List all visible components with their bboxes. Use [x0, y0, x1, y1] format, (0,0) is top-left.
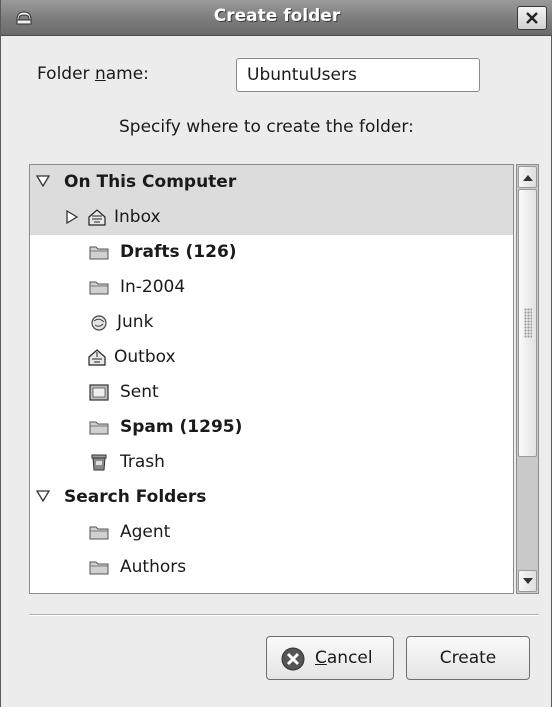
close-icon — [526, 12, 538, 24]
folder-icon — [89, 246, 109, 260]
tree-item-trash[interactable]: Trash — [30, 445, 513, 480]
tree-group-search-folders[interactable]: Search Folders — [30, 480, 513, 515]
window-title: Create folder — [213, 6, 341, 26]
create-button[interactable]: Create — [406, 636, 530, 680]
tree-item-sent[interactable]: Sent — [30, 375, 513, 410]
collapsed-arrow-icon[interactable] — [66, 210, 78, 224]
tree-item-label: Outbox — [114, 347, 176, 367]
tree-item-inbox[interactable]: Inbox — [30, 200, 513, 235]
tree-item-drafts[interactable]: Drafts (126) — [30, 235, 513, 270]
trash-icon — [91, 454, 107, 471]
folder-icon — [89, 281, 109, 295]
arrow-up-icon — [523, 175, 533, 181]
tree-item-label: Inbox — [114, 207, 161, 227]
create-folder-dialog: Create folder Folder name: Specify where… — [0, 0, 552, 707]
tree-item-label: In-2004 — [120, 277, 186, 297]
tree-group-on-this-computer[interactable]: On This Computer — [30, 165, 513, 200]
tree-item-label: Spam (1295) — [120, 417, 243, 437]
tree-item-label: Agent — [120, 522, 171, 542]
folder-name-input[interactable] — [236, 58, 480, 92]
tree-item-label: Authors — [120, 557, 187, 577]
grip-icon — [524, 308, 532, 338]
scrollbar-thumb[interactable] — [518, 189, 537, 457]
folder-name-label: Folder name: — [37, 64, 149, 84]
cancel-label: Cancel — [315, 648, 373, 668]
arrow-down-icon — [523, 578, 533, 584]
tree-scrollbar[interactable] — [516, 164, 539, 594]
close-button[interactable] — [517, 6, 547, 30]
tree-item-spam[interactable]: Spam (1295) — [30, 410, 513, 445]
tree-item-label: Sent — [120, 382, 159, 402]
tree-item-authors[interactable]: Authors — [30, 550, 513, 585]
expanded-arrow-icon[interactable] — [36, 490, 50, 502]
tree-item-label: Drafts (126) — [120, 242, 237, 262]
sent-icon — [89, 384, 109, 401]
folder-icon — [89, 526, 109, 540]
title-bar[interactable]: Create folder — [1, 0, 552, 36]
folder-tree[interactable]: On This Computer Inbox Drafts (126) In-2… — [29, 164, 514, 594]
junk-icon — [91, 315, 107, 331]
tree-item-in-2004[interactable]: In-2004 — [30, 270, 513, 305]
inbox-icon — [88, 209, 106, 226]
outbox-icon — [88, 349, 106, 366]
create-label: Create — [439, 648, 497, 668]
group-label: On This Computer — [64, 172, 237, 192]
cancel-button[interactable]: Cancel — [266, 636, 394, 680]
folder-icon — [89, 421, 109, 435]
scroll-down-button[interactable] — [518, 570, 537, 592]
tree-item-label: Junk — [117, 312, 154, 332]
tree-item-outbox[interactable]: Outbox — [30, 340, 513, 375]
expanded-arrow-icon[interactable] — [36, 175, 50, 187]
cancel-icon — [281, 647, 305, 671]
folder-icon — [89, 561, 109, 575]
tree-item-label: Trash — [120, 452, 165, 472]
tree-item-junk[interactable]: Junk — [30, 305, 513, 340]
separator — [29, 614, 539, 616]
group-label: Search Folders — [64, 487, 207, 507]
scroll-up-button[interactable] — [518, 166, 537, 188]
location-instruction: Specify where to create the folder: — [119, 117, 414, 137]
tree-item-agent[interactable]: Agent — [30, 515, 513, 550]
